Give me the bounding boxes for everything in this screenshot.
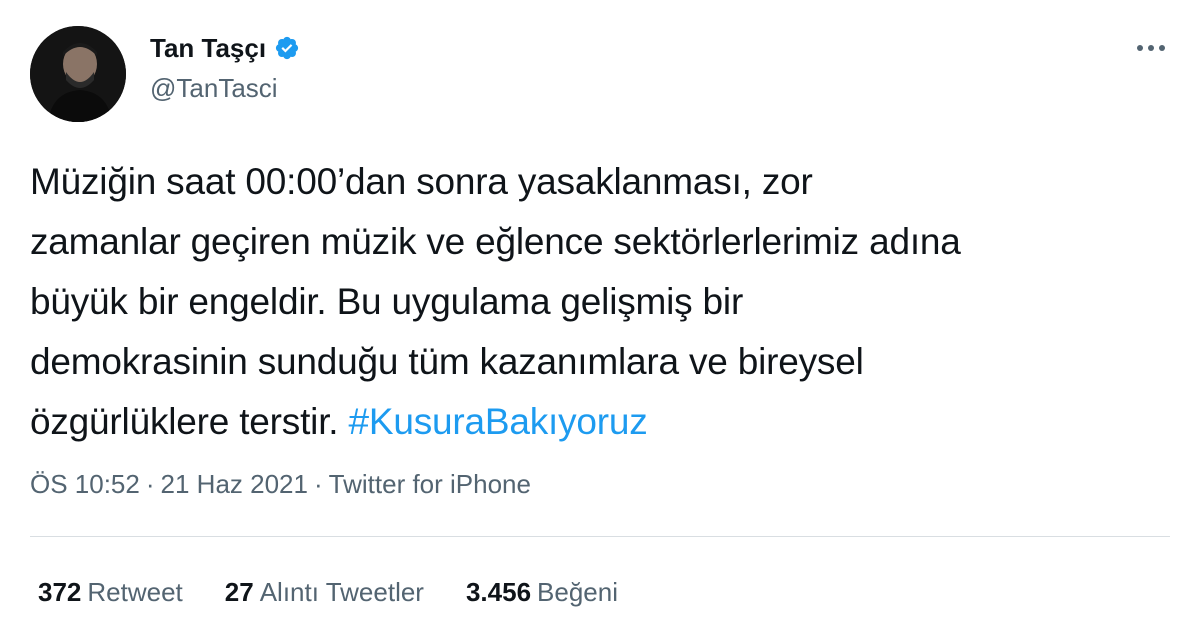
quote-tweets-stat[interactable]: 27 Alıntı Tweetler — [225, 574, 424, 610]
retweets-label: Retweet — [87, 577, 183, 607]
tweet-text-line-last: özgürlüklere terstir. #KusuraBakıyoruz — [30, 392, 1170, 452]
more-options-icon — [1137, 45, 1143, 51]
tweet-text: Müziğin saat 00:00’dan sonra yasaklanmas… — [30, 152, 1170, 452]
quote-tweets-label: Alıntı Tweetler — [259, 577, 424, 607]
meta-separator: · — [145, 469, 155, 499]
person-avatar-icon — [30, 26, 126, 122]
tweet-text-line: demokrasinin sunduğu tüm kazanımlara ve … — [30, 341, 864, 382]
tweet-text-line: özgürlüklere terstir. — [30, 401, 339, 442]
tweet-text-line: Müziğin saat 00:00’dan sonra yasaklanmas… — [30, 161, 813, 202]
likes-count: 3.456 — [465, 577, 532, 607]
author-name-row: Tan Taşçı — [150, 30, 300, 66]
tweet-date[interactable]: 21 Haz 2021 — [161, 469, 308, 499]
more-options-icon-dot — [1148, 45, 1154, 51]
divider — [30, 536, 1170, 537]
tweet-source-link[interactable]: Twitter for iPhone — [329, 469, 531, 499]
tweet-card: Tan Taşçı @TanTasci Müziğin saat 00:00’d… — [0, 0, 1200, 640]
likes-label: Beğeni — [537, 577, 619, 607]
verified-badge-icon — [274, 35, 300, 61]
hashtag-link[interactable]: #KusuraBakıyoruz — [348, 401, 647, 442]
retweets-count: 372 — [38, 577, 82, 607]
author-handle[interactable]: @TanTasci — [150, 70, 278, 106]
tweet-time[interactable]: ÖS 10:52 — [30, 469, 140, 499]
author-display-name[interactable]: Tan Taşçı — [150, 30, 266, 66]
more-options-button[interactable] — [1128, 30, 1174, 66]
engagement-stats: 372 Retweet 27 Alıntı Tweetler 3.456 Beğeni — [38, 574, 618, 610]
avatar[interactable] — [30, 26, 126, 122]
quote-tweets-count: 27 — [224, 577, 254, 607]
tweet-meta: ÖS 10:52 · 21 Haz 2021 · Twitter for iPhone — [30, 466, 531, 502]
more-options-icon-dot — [1159, 45, 1165, 51]
meta-separator: · — [313, 469, 323, 499]
retweets-stat[interactable]: 372 Retweet — [38, 574, 183, 610]
likes-stat[interactable]: 3.456 Beğeni — [466, 574, 618, 610]
tweet-text-line: büyük bir engeldir. Bu uygulama gelişmiş… — [30, 281, 744, 322]
tweet-text-line: zamanlar geçiren müzik ve eğlence sektör… — [30, 221, 961, 262]
